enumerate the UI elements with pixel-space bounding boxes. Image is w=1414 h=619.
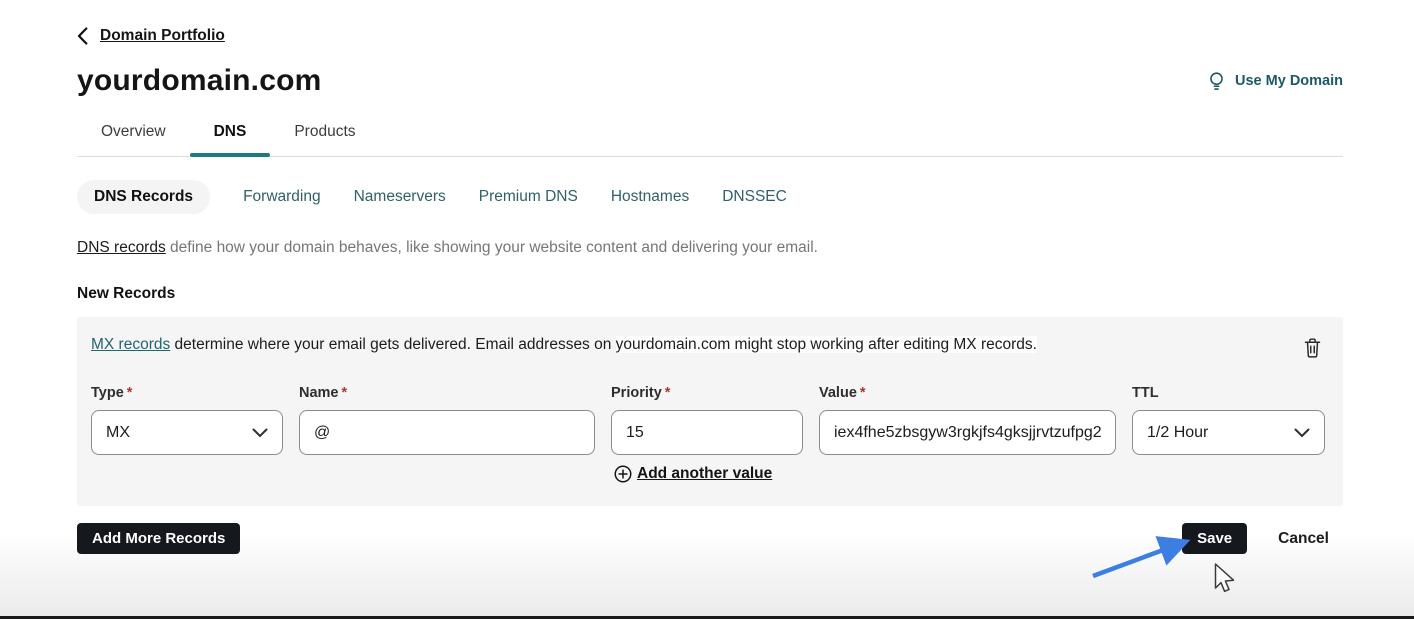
ttl-select-value: 1/2 Hour [1147, 424, 1208, 442]
tab-overview[interactable]: Overview [77, 123, 190, 156]
page-title: yourdomain.com [77, 62, 322, 100]
name-label: Name* [299, 385, 595, 401]
mx-records-link[interactable]: MX records [91, 336, 170, 353]
circle-plus-icon [613, 464, 633, 484]
chevron-left-icon[interactable] [77, 27, 88, 45]
ttl-label: TTL [1132, 385, 1325, 401]
name-input[interactable] [299, 410, 595, 455]
chevron-down-icon [252, 428, 268, 438]
chevron-down-icon [1294, 428, 1310, 438]
required-marker: * [342, 385, 348, 401]
add-more-records-button[interactable]: Add More Records [77, 523, 240, 554]
field-name: Name* [299, 385, 595, 455]
tab-dns[interactable]: DNS [190, 123, 271, 156]
field-type: Type* MX [91, 385, 283, 455]
subtab-dnssec[interactable]: DNSSEC [722, 188, 787, 206]
add-another-value-label: Add another value [637, 465, 772, 483]
subtab-nameservers[interactable]: Nameservers [354, 188, 446, 206]
use-my-domain-button[interactable]: Use My Domain [1207, 71, 1343, 92]
add-another-value-link[interactable]: Add another value [613, 464, 1327, 484]
subtab-premium-dns[interactable]: Premium DNS [479, 188, 578, 206]
field-value: Value* [819, 385, 1116, 455]
required-marker: * [665, 385, 671, 401]
domain-portfolio-link[interactable]: Domain Portfolio [100, 27, 225, 45]
tab-products[interactable]: Products [270, 123, 379, 156]
back-row: Domain Portfolio [77, 0, 1343, 45]
type-select-value: MX [106, 424, 130, 442]
value-label: Value* [819, 385, 1116, 401]
dns-subtabs: DNS Records Forwarding Nameservers Premi… [77, 180, 1343, 214]
mx-info-text: MX records determine where your email ge… [91, 336, 1037, 354]
lightbulb-icon [1207, 71, 1226, 92]
dns-description-text: define how your domain behaves, like sho… [166, 239, 818, 256]
main-tabs: Overview DNS Products [77, 123, 1343, 157]
new-records-heading: New Records [77, 285, 1343, 303]
trash-icon [1302, 336, 1323, 359]
title-row: yourdomain.com Use My Domain [77, 62, 1343, 100]
value-input[interactable] [819, 410, 1116, 455]
dns-records-link[interactable]: DNS records [77, 239, 166, 256]
delete-record-button[interactable] [1298, 332, 1327, 363]
page-content: Domain Portfolio yourdomain.com Use My D… [77, 0, 1343, 554]
cancel-button[interactable]: Cancel [1278, 530, 1329, 548]
priority-input[interactable] [611, 410, 803, 455]
dns-description: DNS records define how your domain behav… [77, 239, 1343, 257]
record-fields-row: Type* MX Name* Priority* Value* [91, 385, 1327, 455]
mx-info-before: determine where your email gets delivere… [170, 336, 615, 353]
field-ttl: TTL 1/2 Hour [1132, 385, 1325, 455]
subtab-dns-records[interactable]: DNS Records [77, 180, 210, 214]
type-select[interactable]: MX [91, 410, 283, 455]
ttl-select[interactable]: 1/2 Hour [1132, 410, 1325, 455]
type-label: Type* [91, 385, 283, 401]
mx-info-highlight: yourdomain.com might stop working after … [616, 336, 1037, 353]
field-priority: Priority* [611, 385, 803, 455]
mouse-cursor [1209, 561, 1239, 597]
required-marker: * [127, 385, 133, 401]
subtab-hostnames[interactable]: Hostnames [611, 188, 689, 206]
new-record-card: MX records determine where your email ge… [77, 317, 1343, 506]
save-button[interactable]: Save [1182, 523, 1247, 554]
mx-info-row: MX records determine where your email ge… [91, 330, 1327, 363]
priority-label: Priority* [611, 385, 803, 401]
use-my-domain-label: Use My Domain [1235, 73, 1343, 89]
actions-row: Add More Records Save Cancel [77, 523, 1343, 554]
required-marker: * [860, 385, 866, 401]
subtab-forwarding[interactable]: Forwarding [243, 188, 321, 206]
